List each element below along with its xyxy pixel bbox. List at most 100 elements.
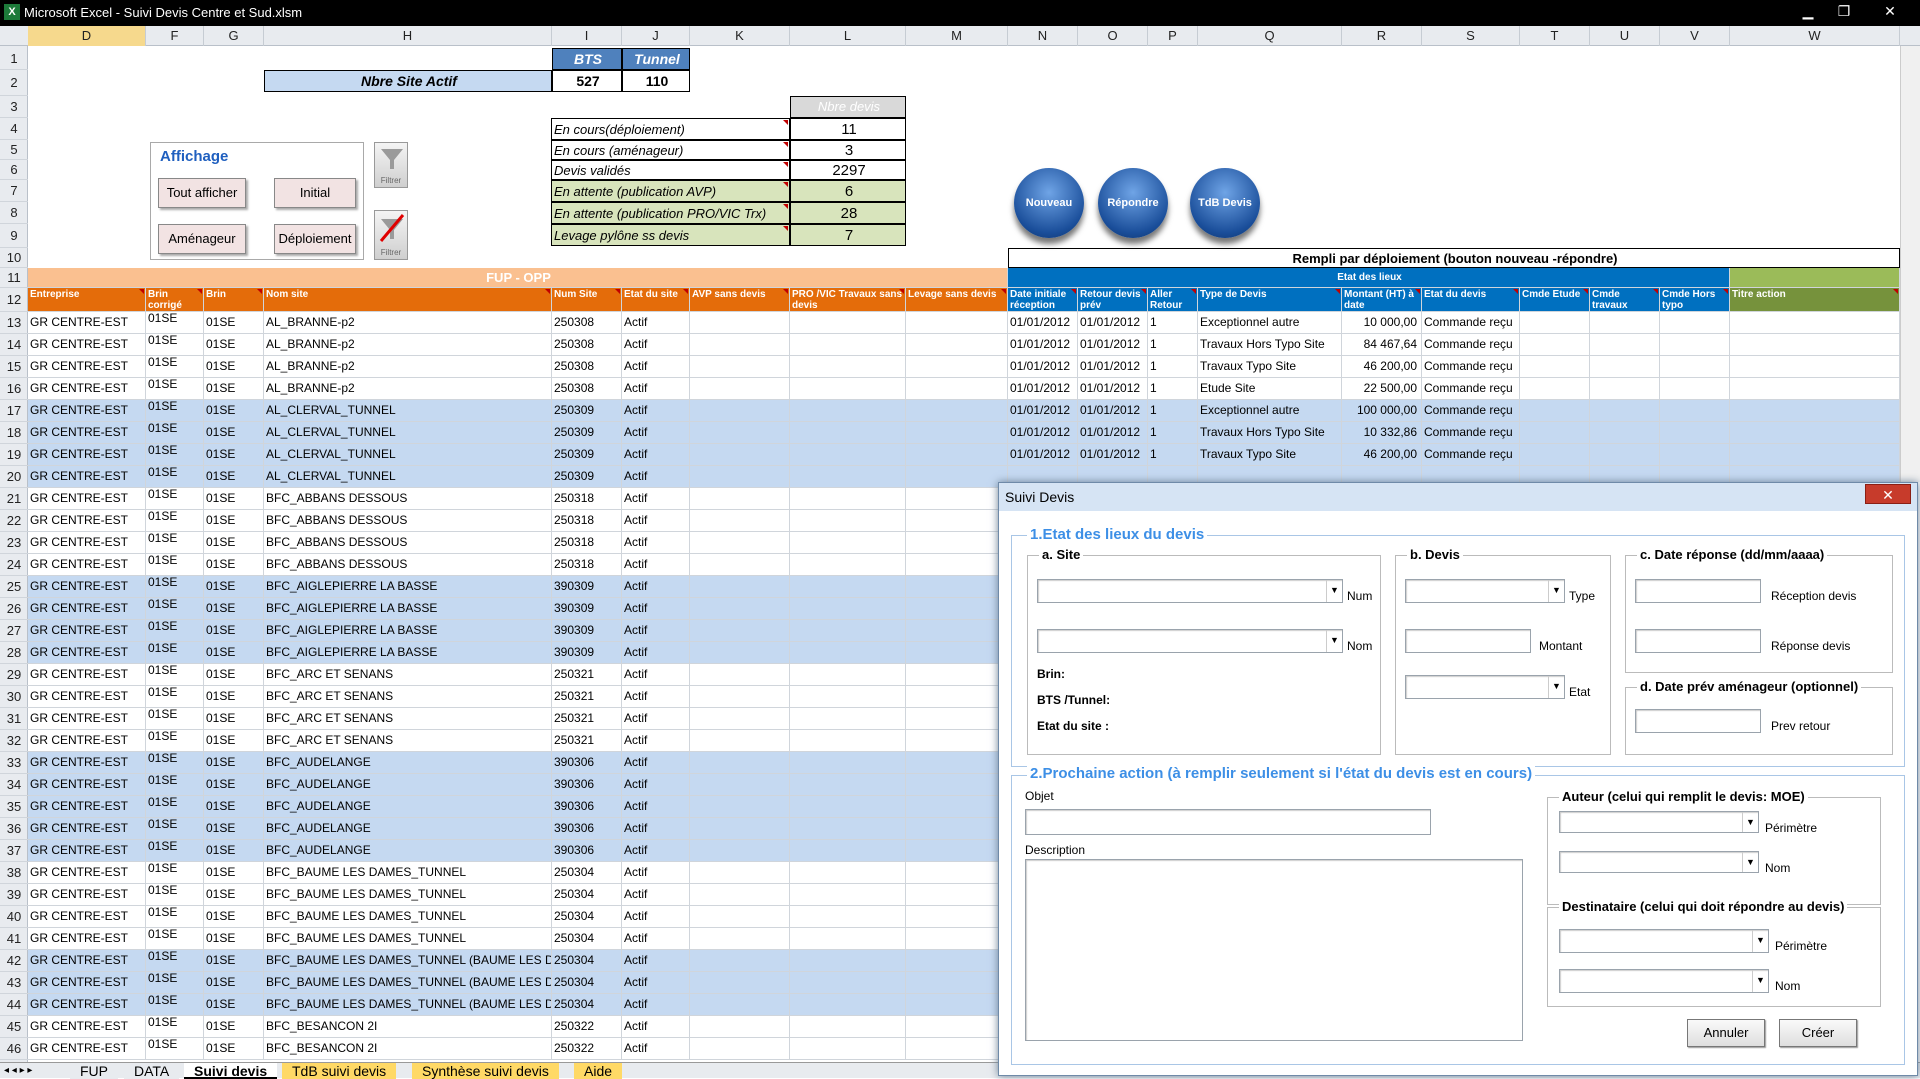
table-cell[interactable]: BFC_AIGLEPIERRE LA BASSE	[264, 620, 552, 642]
amenageur-button[interactable]: Aménageur	[158, 224, 246, 254]
table-cell[interactable]	[906, 488, 1008, 510]
table-cell[interactable]: 01SE	[204, 972, 264, 994]
table-cell[interactable]	[690, 1016, 790, 1038]
column-header[interactable]: O	[1078, 26, 1148, 46]
table-cell[interactable]: 1	[1148, 334, 1198, 356]
table-cell[interactable]: 01SE	[204, 686, 264, 708]
table-cell[interactable]: Actif	[622, 620, 690, 642]
devis-etat-combo[interactable]: ▼	[1405, 675, 1565, 699]
row-header[interactable]: 1	[0, 48, 28, 70]
table-cell[interactable]: 01SE	[146, 576, 204, 598]
table-cell[interactable]: 01/01/2012	[1008, 334, 1078, 356]
table-cell[interactable]: 01SE	[204, 466, 264, 488]
table-cell[interactable]: Travaux Typo Site	[1198, 356, 1342, 378]
auteur-nom-combo[interactable]: ▼	[1559, 851, 1759, 873]
table-cell[interactable]	[690, 400, 790, 422]
table-cell[interactable]	[790, 884, 906, 906]
table-cell[interactable]	[790, 532, 906, 554]
table-cell[interactable]: BFC_ABBANS DESSOUS	[264, 554, 552, 576]
table-cell[interactable]	[690, 994, 790, 1016]
table-cell[interactable]: Actif	[622, 422, 690, 444]
table-cell[interactable]: BFC_AUDELANGE	[264, 774, 552, 796]
table-cell[interactable]: 250304	[552, 972, 622, 994]
tab-5[interactable]: Aide	[574, 1063, 623, 1079]
table-cell[interactable]: Etude Site	[1198, 378, 1342, 400]
table-cell[interactable]: GR CENTRE-EST	[28, 840, 146, 862]
table-cell[interactable]	[690, 378, 790, 400]
table-cell[interactable]: BFC_AIGLEPIERRE LA BASSE	[264, 642, 552, 664]
table-cell[interactable]: Actif	[622, 532, 690, 554]
table-cell[interactable]: Commande reçu	[1422, 378, 1520, 400]
table-cell[interactable]: Travaux Hors Typo Site	[1198, 422, 1342, 444]
table-cell[interactable]	[1590, 444, 1660, 466]
table-cell[interactable]: 01SE	[204, 664, 264, 686]
column-header[interactable]: T	[1520, 26, 1590, 46]
table-cell[interactable]: BFC_AIGLEPIERRE LA BASSE	[264, 576, 552, 598]
table-cell[interactable]: 10 000,00	[1342, 312, 1422, 334]
table-cell[interactable]	[906, 862, 1008, 884]
table-cell[interactable]: Actif	[622, 862, 690, 884]
table-cell[interactable]	[690, 620, 790, 642]
table-cell[interactable]: 01SE	[146, 1038, 204, 1060]
table-cell[interactable]: 01/01/2012	[1078, 444, 1148, 466]
table-cell[interactable]: Actif	[622, 642, 690, 664]
table-cell[interactable]: Commande reçu	[1422, 400, 1520, 422]
table-cell[interactable]: 01SE	[146, 664, 204, 686]
table-cell[interactable]	[690, 510, 790, 532]
row-header[interactable]: 7	[0, 180, 28, 202]
table-cell[interactable]	[1730, 334, 1900, 356]
row-header[interactable]: 8	[0, 202, 28, 224]
table-cell[interactable]: 01SE	[204, 840, 264, 862]
table-cell[interactable]: 250304	[552, 906, 622, 928]
table-cell[interactable]: 01SE	[146, 818, 204, 840]
table-cell[interactable]: Actif	[622, 334, 690, 356]
row-header[interactable]: 30	[0, 686, 28, 708]
table-cell[interactable]	[906, 774, 1008, 796]
table-cell[interactable]	[1590, 356, 1660, 378]
table-cell[interactable]: GR CENTRE-EST	[28, 950, 146, 972]
table-cell[interactable]: BFC_ABBANS DESSOUS	[264, 510, 552, 532]
table-cell[interactable]: 01SE	[146, 994, 204, 1016]
table-cell[interactable]	[906, 686, 1008, 708]
table-cell[interactable]: Actif	[622, 818, 690, 840]
column-header[interactable]: N	[1008, 26, 1078, 46]
table-cell[interactable]: 250321	[552, 708, 622, 730]
table-cell[interactable]: Commande reçu	[1422, 312, 1520, 334]
table-cell[interactable]	[790, 312, 906, 334]
table-cell[interactable]: GR CENTRE-EST	[28, 312, 146, 334]
table-cell[interactable]: 01SE	[204, 620, 264, 642]
table-cell[interactable]: BFC_ABBANS DESSOUS	[264, 488, 552, 510]
tab-3[interactable]: TdB suivi devis	[282, 1063, 397, 1079]
table-cell[interactable]: 250318	[552, 510, 622, 532]
reponse-devis-input[interactable]	[1635, 629, 1761, 653]
table-cell[interactable]: 250308	[552, 356, 622, 378]
row-header[interactable]: 2	[0, 70, 28, 96]
auteur-perimetre-combo[interactable]: ▼	[1559, 811, 1759, 833]
table-cell[interactable]	[690, 818, 790, 840]
row-header[interactable]: 10	[0, 248, 28, 268]
row-header[interactable]: 22	[0, 510, 28, 532]
table-cell[interactable]	[790, 730, 906, 752]
table-cell[interactable]	[790, 840, 906, 862]
table-cell[interactable]: 01SE	[204, 642, 264, 664]
table-cell[interactable]: 1	[1148, 422, 1198, 444]
table-cell[interactable]: 01SE	[146, 906, 204, 928]
column-header[interactable]: J	[622, 26, 690, 46]
row-header[interactable]: 24	[0, 554, 28, 576]
row-header[interactable]: 46	[0, 1038, 28, 1060]
table-cell[interactable]: 390309	[552, 576, 622, 598]
table-cell[interactable]: GR CENTRE-EST	[28, 796, 146, 818]
table-cell[interactable]: 390306	[552, 774, 622, 796]
table-cell[interactable]: Actif	[622, 950, 690, 972]
table-cell[interactable]	[690, 642, 790, 664]
table-cell[interactable]: BFC_AUDELANGE	[264, 840, 552, 862]
table-cell[interactable]	[906, 972, 1008, 994]
table-cell[interactable]	[790, 334, 906, 356]
table-cell[interactable]	[790, 708, 906, 730]
table-cell[interactable]: BFC_BAUME LES DAMES_TUNNEL	[264, 862, 552, 884]
table-cell[interactable]: Actif	[622, 1038, 690, 1060]
table-cell[interactable]: 390309	[552, 642, 622, 664]
table-cell[interactable]: AL_CLERVAL_TUNNEL	[264, 422, 552, 444]
table-cell[interactable]: Actif	[622, 312, 690, 334]
column-header[interactable]: U	[1590, 26, 1660, 46]
